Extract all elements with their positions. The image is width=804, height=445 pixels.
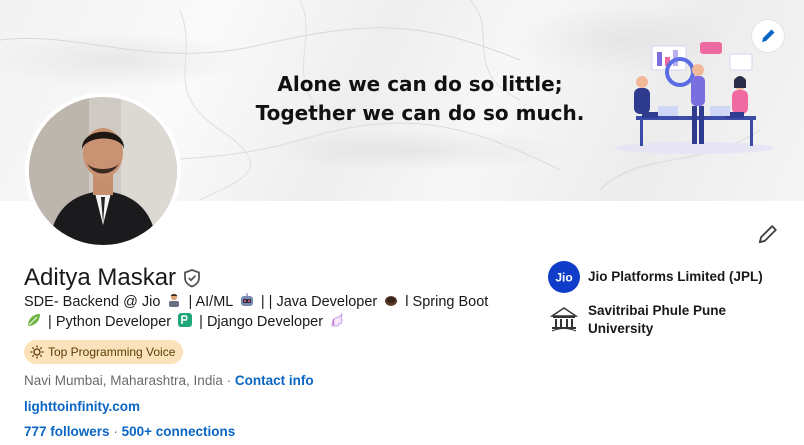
profile-name: Aditya Maskar bbox=[24, 264, 177, 291]
network-stats: 777 followers · 500+ connections bbox=[24, 424, 235, 439]
profile-location: Navi Mumbai, Maharashtra, India · Contac… bbox=[24, 373, 314, 388]
headline-part: l Spring Boot bbox=[405, 294, 489, 310]
followers-link[interactable]: 777 followers bbox=[24, 424, 110, 439]
top-voice-badge[interactable]: Top Programming Voice bbox=[24, 340, 184, 364]
technologist-icon bbox=[169, 293, 180, 307]
banner-quote: Alone we can do so little; Together we c… bbox=[250, 70, 590, 128]
school-name: Savitribai Phule Pune University bbox=[588, 303, 727, 336]
unicorn-icon bbox=[331, 312, 343, 327]
connections-link[interactable]: 500+ connections bbox=[122, 424, 236, 439]
contact-info-link[interactable]: Contact info bbox=[235, 373, 314, 388]
edit-banner-button[interactable] bbox=[752, 20, 784, 52]
headline-part: SDE- Backend @ Jio bbox=[24, 294, 161, 310]
separator-dot: · bbox=[113, 424, 118, 439]
badge-label: Top Programming Voice bbox=[48, 345, 176, 359]
sun-icon bbox=[30, 345, 44, 359]
company-name: Jio Platforms Limited (JPL) bbox=[588, 269, 763, 284]
robot-icon bbox=[240, 293, 253, 306]
quote-line-2: Together we can do so much. bbox=[255, 101, 585, 125]
jio-logo-icon: Jio bbox=[548, 261, 580, 293]
headline-part: | Django Developer bbox=[199, 314, 324, 330]
profile-headline: SDE- Backend @ Jio | AI/ML | | Java Deve… bbox=[24, 292, 534, 332]
headline-part: | | Java Developer bbox=[260, 294, 378, 310]
headline-part: | AI/ML bbox=[188, 294, 233, 310]
current-company[interactable]: Jio Jio Platforms Limited (JPL) bbox=[548, 261, 788, 293]
quote-line-1: Alone we can do so little; bbox=[277, 72, 563, 96]
jio-logo-text: Jio bbox=[555, 271, 572, 285]
edit-profile-button[interactable] bbox=[752, 218, 784, 250]
university-logo-icon bbox=[548, 302, 580, 334]
pencil-icon bbox=[758, 225, 777, 244]
shield-check-icon[interactable] bbox=[182, 268, 202, 288]
pencil-icon bbox=[762, 29, 775, 42]
profile-photo[interactable] bbox=[25, 93, 181, 249]
education-school[interactable]: Savitribai Phule Pune University bbox=[548, 302, 788, 338]
separator-dot: · bbox=[226, 373, 232, 388]
website-link[interactable]: lighttoinfinity.com bbox=[24, 399, 140, 414]
leaf-icon bbox=[28, 314, 40, 326]
avatar bbox=[29, 97, 177, 245]
team-illustration bbox=[614, 42, 774, 154]
django-icon bbox=[178, 313, 193, 327]
profile-name-row: Aditya Maskar bbox=[24, 263, 202, 293]
location-text: Navi Mumbai, Maharashtra, India bbox=[24, 373, 223, 388]
coffee-icon bbox=[385, 296, 398, 306]
headline-part: | Python Developer bbox=[48, 314, 172, 330]
